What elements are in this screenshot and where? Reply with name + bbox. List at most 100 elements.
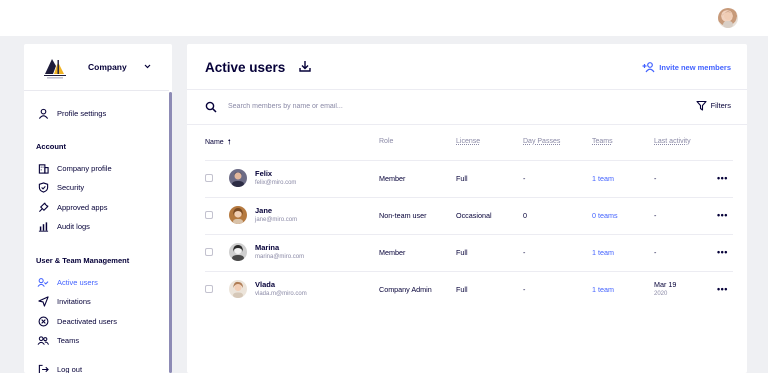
section-user-team-management: User & Team Management — [36, 256, 130, 265]
sidebar-item-label: Security — [57, 182, 85, 192]
circle-x-icon — [36, 314, 50, 328]
search-input[interactable] — [228, 98, 528, 114]
table-row[interactable]: Marina marina@miro.com Member Full - 1 t… — [205, 234, 733, 271]
divider — [187, 89, 747, 90]
sidebar-item-label: Company profile — [57, 163, 112, 173]
sidebar-item-label: Deactivated users — [57, 316, 118, 326]
row-checkbox[interactable] — [205, 248, 213, 256]
sidebar-item-approved-apps[interactable]: Approved apps — [36, 200, 107, 214]
user-day-passes: - — [523, 174, 526, 183]
user-license[interactable]: Occasional — [456, 211, 492, 220]
sidebar-item-profile-settings[interactable]: Profile settings — [36, 106, 106, 120]
table-row[interactable]: Vlada vlada.m@miro.com Company Admin Ful… — [205, 271, 733, 308]
sidebar-item-label: Invitations — [57, 296, 91, 306]
more-options-icon[interactable]: ••• — [717, 210, 728, 220]
sort-arrow-icon: 🠕 — [227, 139, 231, 146]
building-icon — [36, 161, 50, 175]
sidebar-item-label: Active users — [57, 277, 98, 287]
sidebar-item-teams[interactable]: Teams — [36, 333, 79, 347]
column-header-last-activity[interactable]: Last activity — [654, 138, 691, 145]
user-day-passes: - — [523, 248, 526, 257]
user-role: Company Admin — [379, 285, 432, 294]
table-row[interactable]: Felix felix@miro.com Member Full - 1 tea… — [205, 160, 733, 197]
main-panel: Active users Invite new members Filters … — [187, 44, 747, 373]
user-email: jane@miro.com — [255, 217, 298, 223]
row-checkbox[interactable] — [205, 211, 213, 219]
divider — [24, 90, 169, 91]
sidebar-item-deactivated-users[interactable]: Deactivated users — [36, 314, 117, 328]
user-email: vlada.m@miro.com — [255, 291, 307, 297]
user-teams-link[interactable]: 1 team — [592, 174, 614, 183]
user-name: Jane — [255, 206, 273, 215]
column-header-name[interactable]: Name 🠕 — [205, 138, 231, 149]
table-row[interactable]: Jane jane@miro.com Non-team user Occasio… — [205, 197, 733, 234]
column-header-teams[interactable]: Teams — [592, 138, 613, 145]
more-options-icon[interactable]: ••• — [717, 247, 728, 257]
avatar — [229, 169, 247, 187]
page-title: Active users — [205, 60, 286, 75]
user-license[interactable]: Full — [456, 248, 468, 257]
company-name[interactable]: Company — [88, 62, 127, 72]
column-header-day-passes[interactable]: Day Passes — [523, 138, 560, 145]
user-teams-link[interactable]: 0 teams — [592, 211, 618, 220]
row-checkbox[interactable] — [205, 174, 213, 182]
column-header-role: Role — [379, 138, 394, 145]
sidebar-scrollbar[interactable] — [169, 92, 172, 373]
sidebar-item-label: Approved apps — [57, 202, 108, 212]
send-icon — [36, 294, 50, 308]
user-name: Felix — [255, 169, 273, 178]
user-name: Vlada — [255, 280, 276, 289]
add-user-icon — [642, 61, 655, 73]
avatar — [229, 280, 247, 298]
invite-members-button[interactable]: Invite new members — [642, 61, 731, 73]
logout-icon — [36, 362, 50, 373]
more-options-icon[interactable]: ••• — [717, 284, 728, 294]
sidebar-item-label: Teams — [57, 335, 80, 345]
chevron-down-icon[interactable] — [144, 62, 151, 71]
user-license[interactable]: Full — [456, 174, 468, 183]
user-role: Non-team user — [379, 211, 427, 220]
shield-icon — [36, 180, 50, 194]
bar-chart-icon — [36, 219, 50, 233]
user-email: marina@miro.com — [255, 254, 305, 260]
sidebar-item-audit-logs[interactable]: Audit logs — [36, 219, 90, 233]
filter-icon — [696, 100, 707, 111]
row-checkbox[interactable] — [205, 285, 213, 293]
user-last-activity: - — [654, 248, 657, 257]
user-last-activity-year: 2020 — [654, 291, 668, 297]
user-role: Member — [379, 248, 406, 257]
section-account: Account — [36, 142, 66, 151]
sidebar: Company Profile settings Account Company… — [24, 44, 172, 373]
user-role: Member — [379, 174, 406, 183]
sidebar-item-security[interactable]: Security — [36, 180, 84, 194]
sidebar-item-label: Log out — [57, 364, 83, 373]
user-last-activity: Mar 19 — [654, 280, 677, 289]
sidebar-item-invitations[interactable]: Invitations — [36, 294, 91, 308]
user-name: Marina — [255, 243, 280, 252]
sidebar-item-label: Profile settings — [57, 108, 107, 118]
user-teams-link[interactable]: 1 team — [592, 248, 614, 257]
user-day-passes: - — [523, 285, 526, 294]
plug-icon — [36, 200, 50, 214]
top-bar — [0, 0, 768, 36]
user-teams-link[interactable]: 1 team — [592, 285, 614, 294]
sidebar-item-log-out[interactable]: Log out — [36, 362, 82, 373]
avatar — [229, 243, 247, 261]
users-check-icon — [36, 275, 50, 289]
user-license[interactable]: Full — [456, 285, 468, 294]
user-avatar[interactable] — [718, 8, 738, 28]
filters-label: Filters — [710, 101, 731, 110]
sidebar-item-active-users[interactable]: Active users — [36, 275, 98, 289]
more-options-icon[interactable]: ••• — [717, 173, 728, 183]
column-label: Name — [205, 139, 224, 146]
sidebar-item-company-profile[interactable]: Company profile — [36, 161, 112, 175]
user-email: felix@miro.com — [255, 180, 297, 186]
divider — [187, 124, 747, 125]
user-last-activity: - — [654, 211, 657, 220]
team-icon — [36, 333, 50, 347]
user-day-passes: 0 — [523, 211, 527, 220]
download-icon[interactable] — [298, 59, 312, 73]
column-header-license[interactable]: License — [456, 138, 480, 145]
filters-button[interactable]: Filters — [696, 100, 731, 111]
user-last-activity: - — [654, 174, 657, 183]
